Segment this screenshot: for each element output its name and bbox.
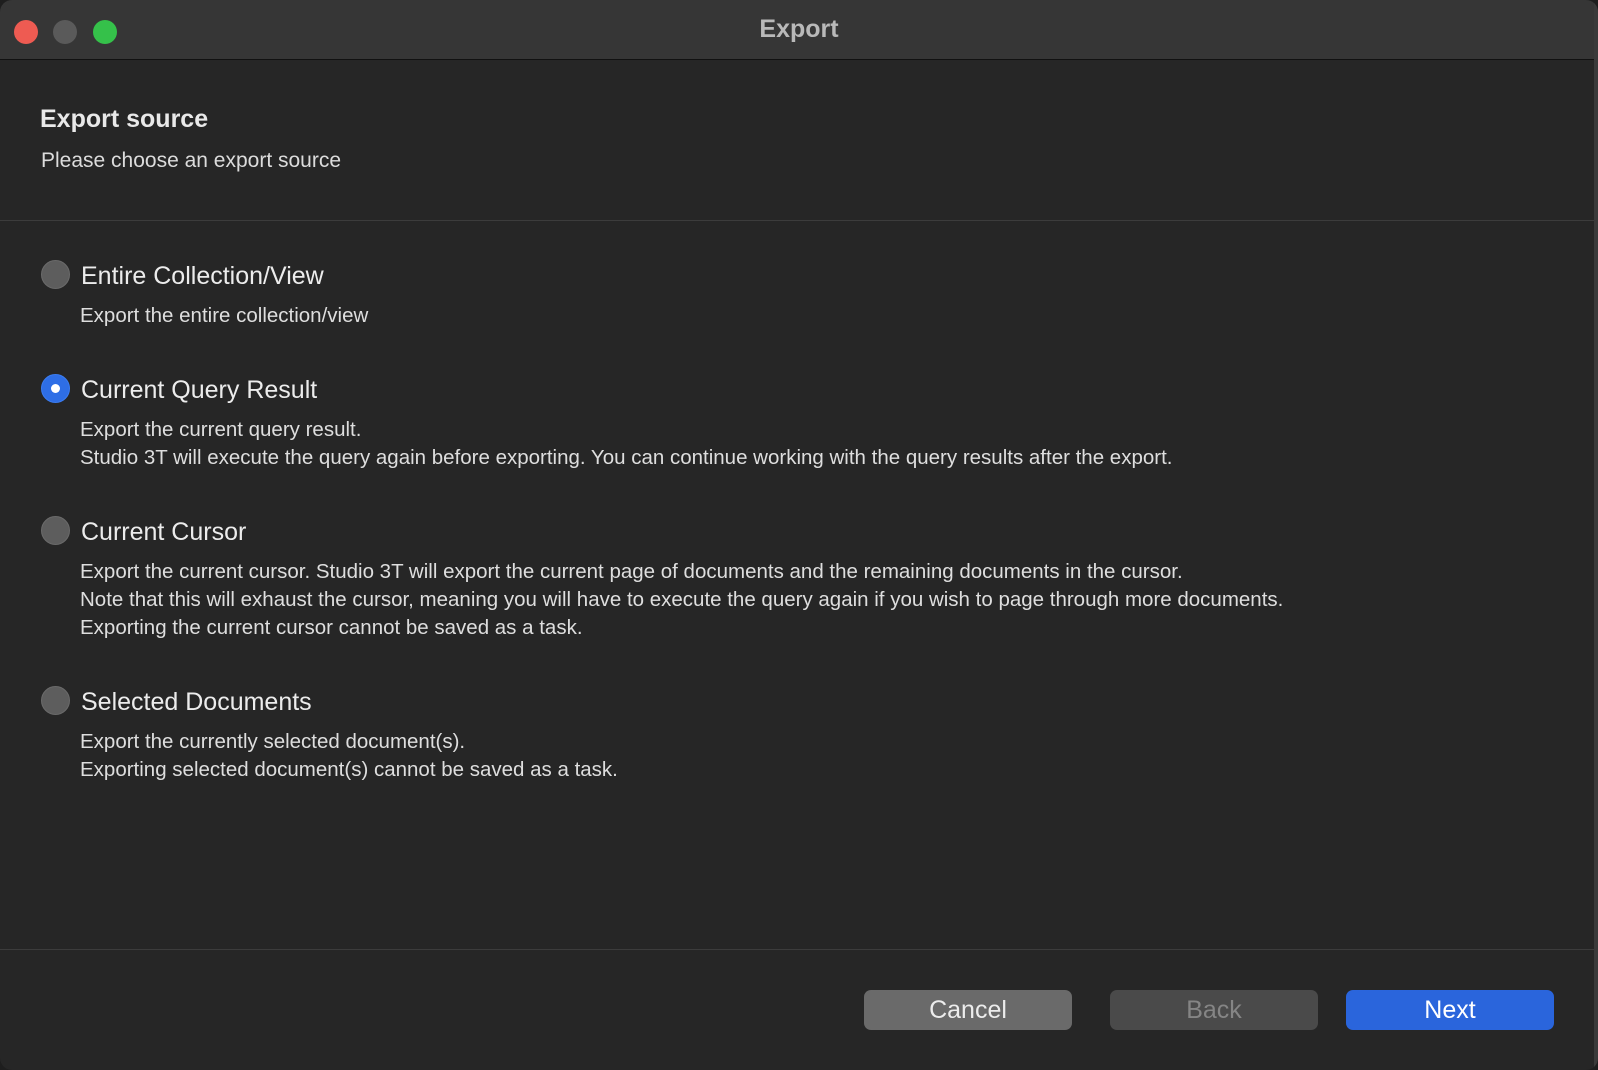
back-button[interactable]: Back: [1110, 990, 1318, 1030]
description-line: Note that this will exhaust the cursor, …: [80, 588, 1284, 611]
next-button[interactable]: Next: [1346, 990, 1554, 1030]
option-description: Export the current cursor. Studio 3T wil…: [80, 558, 1283, 642]
radio-current-cursor[interactable]: [41, 516, 70, 545]
description-line: Export the entire collection/view: [80, 304, 369, 327]
option-label[interactable]: Entire Collection/View: [81, 262, 324, 291]
description-line: Exporting the current cursor cannot be s…: [80, 616, 583, 639]
radio-entire-collection[interactable]: [41, 260, 70, 289]
option-description: Export the currently selected document(s…: [80, 728, 618, 784]
export-dialog: Export Export source Please choose an ex…: [0, 0, 1598, 1070]
option-description: Export the current query result. Studio …: [80, 416, 1172, 472]
window-edge: [1594, 0, 1598, 1070]
description-line: Exporting selected document(s) cannot be…: [80, 758, 618, 781]
option-label[interactable]: Current Query Result: [81, 376, 317, 405]
cancel-button[interactable]: Cancel: [864, 990, 1072, 1030]
wizard-header: Export source Please choose an export so…: [0, 61, 1598, 221]
page-title: Export source: [40, 105, 209, 133]
description-line: Export the currently selected document(s…: [80, 730, 466, 753]
description-line: Export the current cursor. Studio 3T wil…: [80, 560, 1183, 583]
option-label[interactable]: Selected Documents: [81, 688, 312, 717]
option-description: Export the entire collection/view: [80, 302, 368, 330]
description-line: Export the current query result.: [80, 418, 362, 441]
title-bar[interactable]: Export: [0, 0, 1598, 60]
description-line: Studio 3T will execute the query again b…: [80, 446, 1173, 469]
footer-divider: [0, 949, 1598, 950]
radio-selected-documents[interactable]: [41, 686, 70, 715]
window-title: Export: [759, 15, 839, 43]
radio-current-query-result[interactable]: [41, 374, 70, 403]
option-label[interactable]: Current Cursor: [81, 518, 246, 547]
page-subtitle: Please choose an export source: [41, 149, 342, 172]
